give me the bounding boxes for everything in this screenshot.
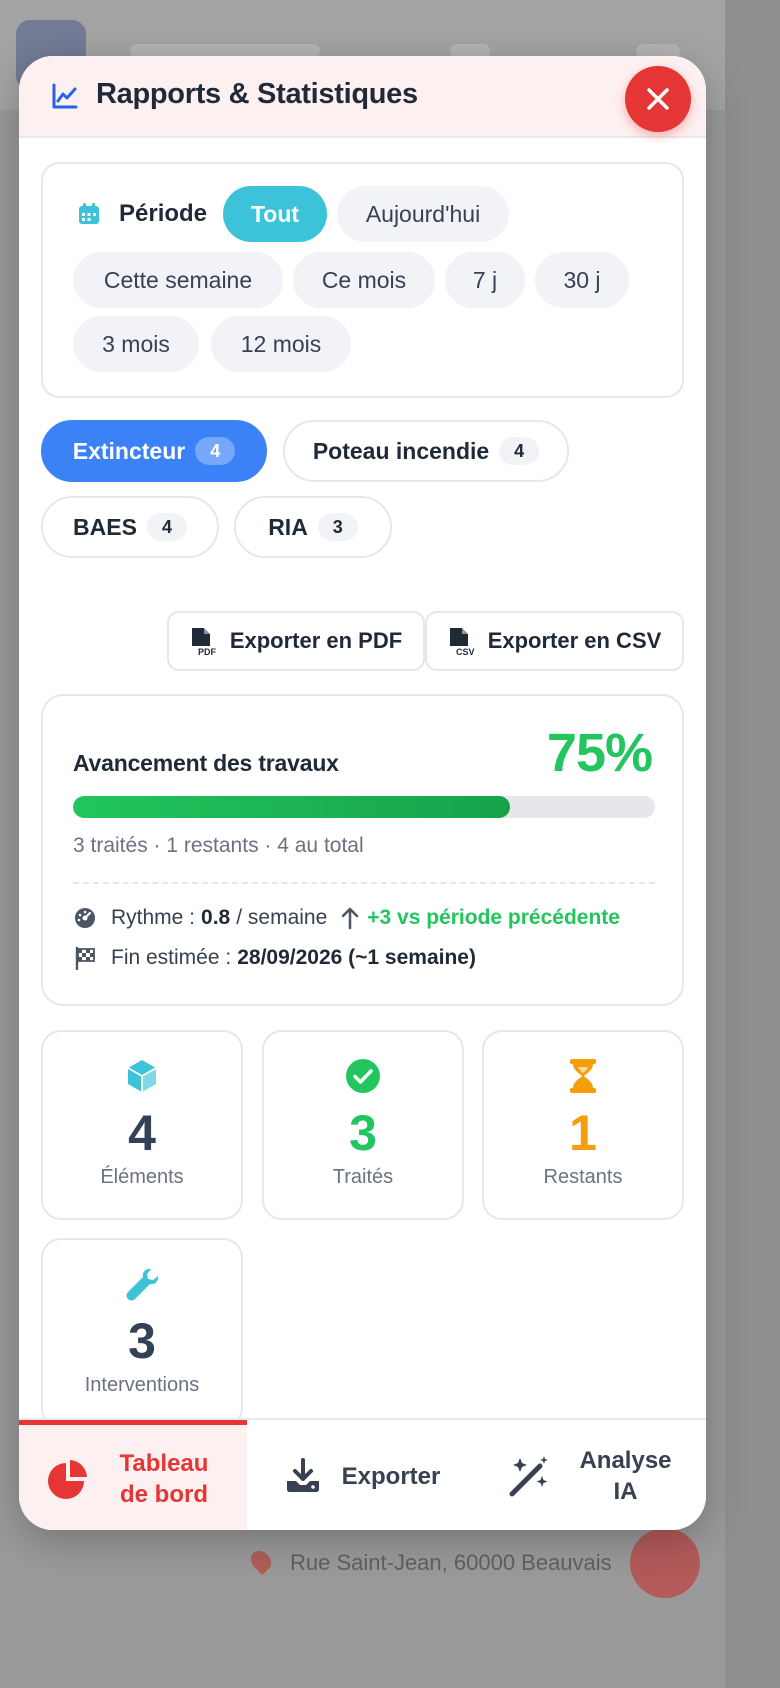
stat-label: Éléments	[100, 1166, 184, 1188]
stat-value: 4	[128, 1105, 156, 1161]
period-chip-7-days[interactable]: 7 j	[445, 252, 525, 308]
nav-dashboard-label: Tableau de bord	[119, 1449, 209, 1508]
end-estimate-label: Fin estimée :	[111, 946, 232, 969]
type-filter-label: RIA	[268, 513, 308, 540]
period-label: Période	[119, 200, 208, 227]
period-chip-3-months[interactable]: 3 mois	[73, 316, 199, 372]
end-estimate-value: 28/09/2026 (~1 semaine)	[237, 946, 476, 969]
cube-icon	[127, 1060, 157, 1092]
stat-label: Traités	[332, 1166, 394, 1188]
type-filter-ria[interactable]: RIA 3	[234, 496, 392, 558]
calendar-icon	[79, 203, 99, 224]
close-icon	[647, 88, 669, 110]
hourglass-icon	[570, 1059, 596, 1093]
stat-value: 1	[569, 1105, 597, 1161]
bottom-nav: Tableau de bord Exporter Analyse IA	[19, 1418, 706, 1530]
period-chip-this-week[interactable]: Cette semaine	[73, 252, 283, 308]
location-pin-icon	[246, 1546, 276, 1576]
period-chip-this-month[interactable]: Ce mois	[293, 252, 435, 308]
rhythm-unit: / semaine	[236, 906, 328, 929]
type-filter-baes[interactable]: BAES 4	[41, 496, 219, 558]
progress-card: Avancement des travaux 75% 3 traités · 1…	[41, 694, 684, 1006]
progress-bar	[73, 796, 655, 818]
reports-modal: Rapports & Statistiques Période Tout Auj…	[19, 56, 706, 1530]
rhythm-value: 0.8	[201, 906, 231, 929]
export-csv-button[interactable]: CSV Exporter en CSV	[425, 611, 684, 671]
checkered-flag-icon	[75, 946, 95, 970]
modal-title: Rapports & Statistiques	[96, 78, 418, 110]
type-filter-label: Extincteur	[72, 437, 186, 464]
progress-bar-fill	[73, 796, 510, 818]
period-label-group: Période	[77, 200, 207, 228]
background-fab	[630, 1528, 700, 1598]
stat-card-interventions: 3 Interventions	[41, 1238, 243, 1418]
export-pdf-label: Exporter en PDF	[229, 628, 403, 653]
stat-value: 3	[349, 1105, 377, 1161]
check-circle-icon	[346, 1059, 380, 1093]
modal-content: Période Tout Aujourd'hui Cette semaine C…	[19, 140, 706, 1418]
svg-text:PDF: PDF	[198, 647, 217, 656]
period-chip-30-days[interactable]: 30 j	[535, 252, 629, 308]
type-filter-extincteur[interactable]: Extincteur 4	[41, 420, 267, 482]
download-icon	[286, 1458, 319, 1492]
nav-dashboard[interactable]: Tableau de bord	[19, 1420, 247, 1530]
rhythm-row: Rythme : 0.8 / semaine +3 vs période pré…	[73, 906, 620, 930]
end-estimate-row: Fin estimée : 28/09/2026 (~1 semaine)	[73, 946, 476, 970]
stat-card-remaining: 1 Restants	[482, 1030, 684, 1220]
magic-wand-icon	[509, 1456, 548, 1497]
nav-ai-label: Analyse IA	[579, 1447, 672, 1505]
close-button[interactable]	[625, 66, 691, 132]
stat-value: 3	[128, 1313, 156, 1369]
type-filter-count: 4	[146, 513, 187, 541]
nav-ai-analysis[interactable]: Analyse IA	[477, 1420, 706, 1530]
progress-title: Avancement des travaux	[73, 750, 339, 776]
pie-chart-icon	[48, 1459, 87, 1499]
type-filter-count: 4	[499, 437, 540, 465]
stat-label: Interventions	[84, 1374, 200, 1396]
type-filter-label: Poteau incendie	[312, 437, 490, 464]
stat-label: Restants	[543, 1166, 623, 1188]
chart-line-icon	[52, 83, 78, 109]
csv-file-icon: CSV	[449, 628, 475, 656]
trend-text: +3 vs période précédente	[367, 906, 620, 929]
svg-text:CSV: CSV	[456, 647, 475, 656]
type-filter-count: 3	[317, 513, 358, 541]
stat-card-elements: 4 Éléments	[41, 1030, 243, 1220]
type-filter-label: BAES	[73, 513, 137, 540]
pdf-file-icon: PDF	[191, 628, 217, 656]
nav-export[interactable]: Exporter	[247, 1420, 477, 1530]
type-filter-poteau-incendie[interactable]: Poteau incendie 4	[283, 420, 569, 482]
period-chip-all[interactable]: Tout	[223, 186, 327, 242]
export-csv-label: Exporter en CSV	[487, 628, 662, 653]
period-chip-today[interactable]: Aujourd'hui	[337, 186, 509, 242]
wrench-icon	[126, 1268, 159, 1301]
progress-divider	[73, 882, 655, 884]
stat-card-treated: 3 Traités	[262, 1030, 464, 1220]
rhythm-label: Rythme :	[111, 906, 196, 929]
period-chip-12-months[interactable]: 12 mois	[211, 316, 351, 372]
nav-export-label: Exporter	[341, 1462, 441, 1490]
background-address: Rue Saint-Jean, 60000 Beauvais	[290, 1550, 612, 1575]
export-pdf-button[interactable]: PDF Exporter en PDF	[167, 611, 425, 671]
type-filter-count: 4	[195, 437, 236, 465]
period-filter-card: Période Tout Aujourd'hui Cette semaine C…	[41, 162, 684, 398]
progress-percent: 75%	[546, 723, 653, 783]
modal-header: Rapports & Statistiques	[19, 56, 706, 138]
progress-summary: 3 traités · 1 restants · 4 au total	[73, 834, 364, 857]
gauge-icon	[75, 908, 95, 928]
arrow-up-icon	[342, 907, 359, 930]
